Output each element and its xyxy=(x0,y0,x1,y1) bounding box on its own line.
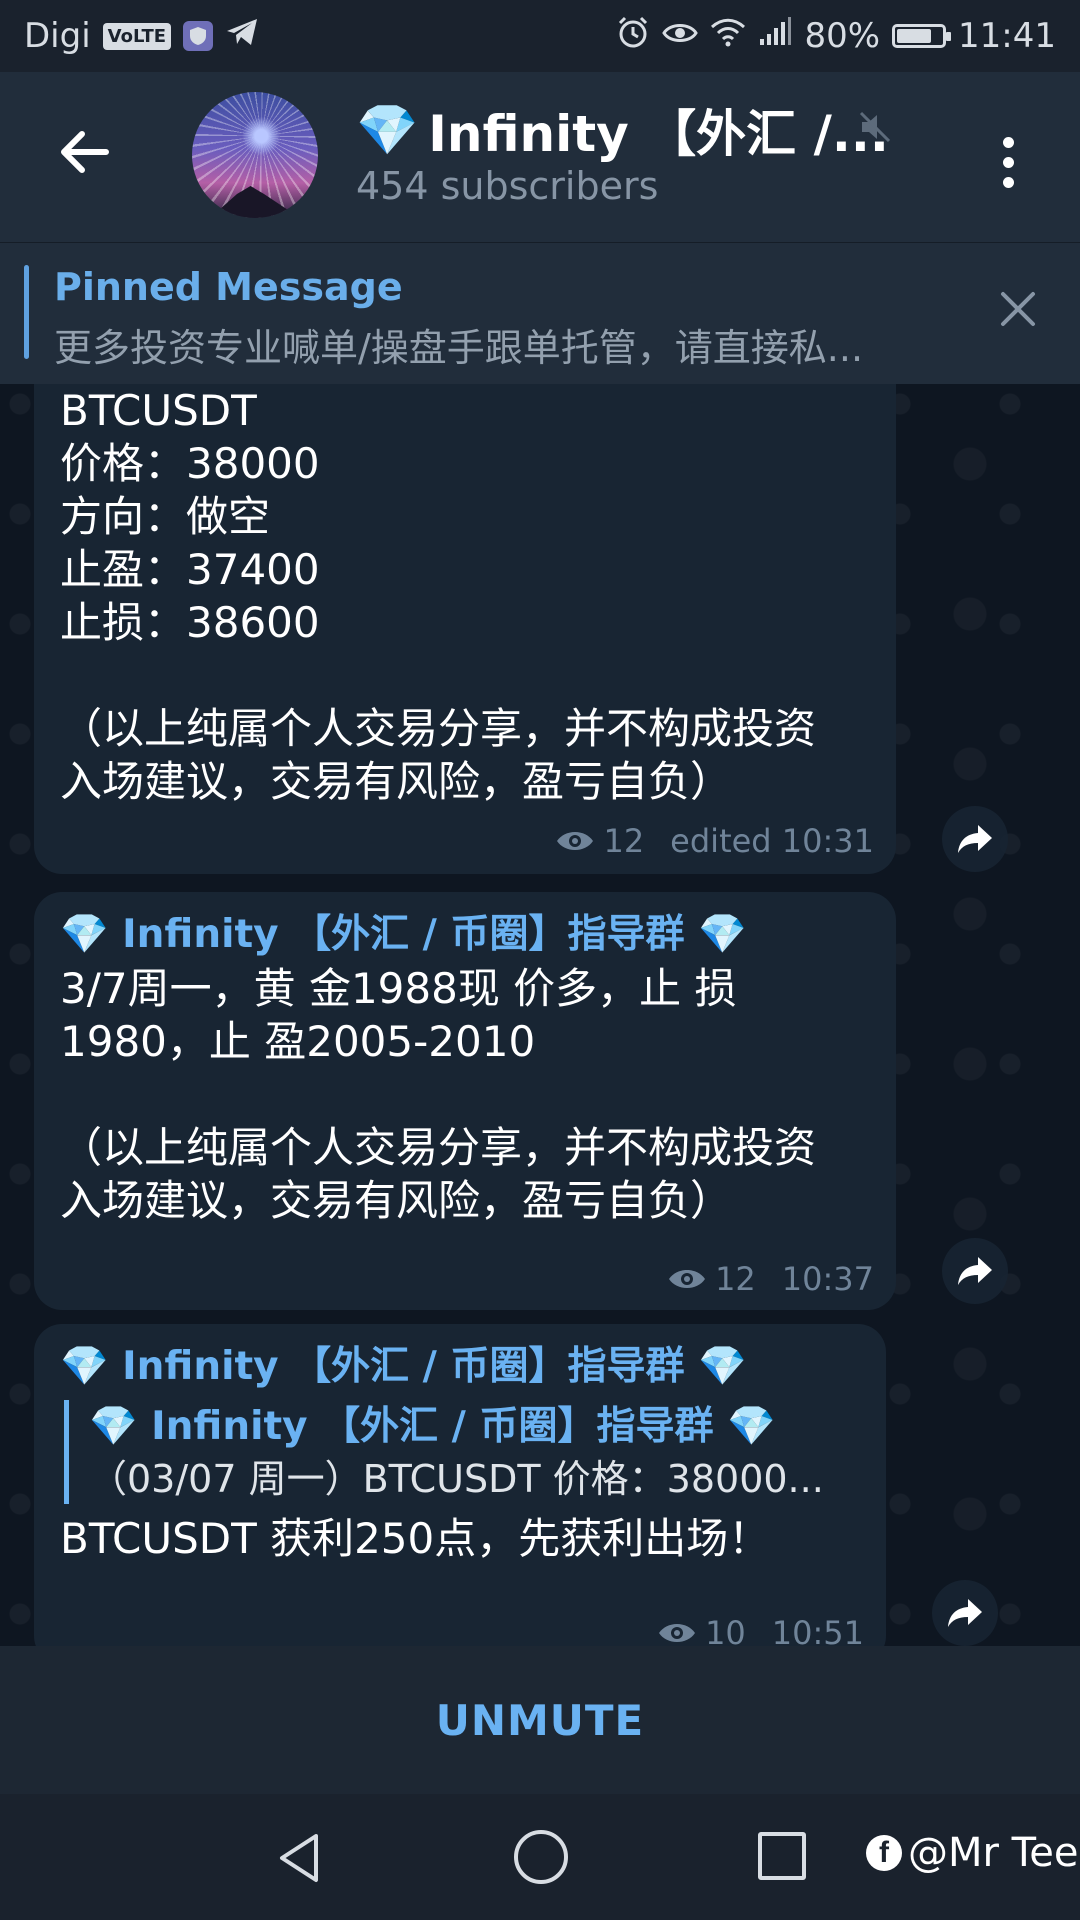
message-meta: 10 10:51 xyxy=(657,1614,864,1646)
nav-recents-button[interactable] xyxy=(758,1832,806,1880)
signal-icon xyxy=(758,16,792,56)
chat-header: 💎 Infinity 【外汇 /... 454 subscribers xyxy=(0,72,1080,242)
battery-level xyxy=(897,29,932,43)
views-eye-icon xyxy=(669,1270,706,1288)
system-nav-bar: f @Mr Tee xyxy=(0,1794,1080,1920)
battery-icon xyxy=(892,24,952,48)
reply-quote[interactable]: 💎 Infinity 【外汇 / 币圈】指导群 💎 （03/07 周一）BTCU… xyxy=(64,1400,860,1504)
message-bubble[interactable]: 💎 Infinity 【外汇 / 币圈】指导群 💎 3/7周一，黄 金1988现… xyxy=(34,892,896,1310)
message-line: BTCUSDT 获利250点，先获利出场！ xyxy=(60,1514,771,1563)
carrier-label: Digi xyxy=(24,16,91,56)
channel-avatar[interactable] xyxy=(192,92,318,218)
status-bar: Digi VoLTE 80% 11:41 xyxy=(0,0,1080,72)
forward-button[interactable] xyxy=(932,1580,998,1646)
message-meta: 12 10:37 xyxy=(667,1260,874,1298)
status-bar-right: 80% 11:41 xyxy=(616,15,1056,58)
message-list[interactable]: BTCUSDT 价格：38000 方向：做空 止盈：37400 止损：38600… xyxy=(0,384,1080,1646)
more-options-button[interactable] xyxy=(988,124,1028,200)
views-eye-icon xyxy=(557,832,594,850)
watermark: f @Mr Tee xyxy=(866,1830,1079,1876)
watermark-text: @Mr Tee xyxy=(908,1830,1079,1876)
more-dot-icon xyxy=(1002,156,1014,168)
close-icon xyxy=(1001,292,1035,326)
status-bar-left: Digi VoLTE xyxy=(24,16,259,56)
avatar-mountain-shape xyxy=(210,186,300,218)
quote-text: （03/07 周一）BTCUSDT 价格：38000... xyxy=(89,1457,824,1501)
channel-title-text: Infinity 【外汇 /... xyxy=(428,105,889,163)
quote-sender: 💎 Infinity 【外汇 / 币圈】指导群 💎 xyxy=(89,1404,776,1449)
pinned-accent-bar xyxy=(24,265,29,359)
alarm-icon xyxy=(616,15,650,58)
channel-title[interactable]: 💎 Infinity 【外汇 /... xyxy=(356,94,889,166)
message-line: BTCUSDT xyxy=(60,386,257,435)
message-line: 方向：做空 xyxy=(60,492,271,541)
view-count: 12 xyxy=(715,1260,756,1298)
message-line: 止损：38600 xyxy=(60,598,320,647)
message-line: 价格：38000 xyxy=(60,439,320,488)
message-line: 止盈：37400 xyxy=(60,545,320,594)
subscriber-count: 454 subscribers xyxy=(356,164,659,208)
wifi-icon xyxy=(710,16,746,56)
message-time: 10:37 xyxy=(781,1260,874,1298)
disclaimer-line: 入场建议，交易有风险，盈亏自负） xyxy=(60,1176,733,1225)
close-pinned-button[interactable] xyxy=(998,289,1038,333)
message-bubble[interactable]: BTCUSDT 价格：38000 方向：做空 止盈：37400 止损：38600… xyxy=(34,384,896,874)
view-count: 12 xyxy=(603,822,645,860)
muted-speaker-icon xyxy=(858,110,892,148)
clock: 11:41 xyxy=(958,16,1056,56)
shield-icon xyxy=(183,21,214,51)
unmute-button[interactable]: UNMUTE xyxy=(0,1646,1080,1794)
more-dot-icon xyxy=(1002,136,1014,148)
disclaimer-line: （以上纯属个人交易分享，并不构成投资 xyxy=(60,704,817,753)
message-time: 10:51 xyxy=(771,1614,864,1646)
message-meta: 12 edited 10:31 xyxy=(555,822,874,860)
diamond-icon: 💎 xyxy=(356,100,419,159)
eye-icon xyxy=(662,16,699,56)
disclaimer-line: （以上纯属个人交易分享，并不构成投资 xyxy=(60,1123,817,1172)
share-arrow-icon xyxy=(958,825,992,853)
nav-back-button[interactable] xyxy=(276,1832,322,1888)
pinned-message-bar[interactable]: Pinned Message 更多投资专业喊单/操盘手跟单托管，请直接私... xyxy=(0,242,1080,384)
pinned-title: Pinned Message xyxy=(54,265,403,309)
message-sender[interactable]: 💎 Infinity 【外汇 / 币圈】指导群 💎 xyxy=(60,908,870,962)
message-line: 3/7周一，黄 金1988现 价多，止 损 xyxy=(60,964,737,1013)
volte-badge: VoLTE xyxy=(102,22,172,50)
message-line: 1980，止 盈2005-2010 xyxy=(60,1017,536,1066)
pinned-text: 更多投资专业喊单/操盘手跟单托管，请直接私... xyxy=(54,326,864,370)
message-bubble[interactable]: 💎 Infinity 【外汇 / 币圈】指导群 💎 💎 Infinity 【外汇… xyxy=(34,1324,886,1646)
views-eye-icon xyxy=(659,1624,696,1642)
battery-percent: 80% xyxy=(804,16,881,56)
forward-button[interactable] xyxy=(942,806,1008,872)
facebook-icon: f xyxy=(866,1835,902,1871)
nav-home-button[interactable] xyxy=(514,1830,568,1884)
message-time: edited 10:31 xyxy=(670,822,874,860)
message-sender[interactable]: 💎 Infinity 【外汇 / 币圈】指导群 💎 xyxy=(60,1340,860,1394)
share-arrow-icon xyxy=(948,1599,982,1627)
triangle-back-icon xyxy=(280,1834,318,1882)
more-dot-icon xyxy=(1002,176,1014,188)
arrow-left-icon xyxy=(61,131,109,173)
forward-button[interactable] xyxy=(942,1238,1008,1304)
share-arrow-icon xyxy=(958,1257,992,1285)
view-count: 10 xyxy=(705,1614,746,1646)
back-button[interactable] xyxy=(44,112,124,192)
telegram-icon xyxy=(225,16,259,56)
disclaimer-line: 入场建议，交易有风险，盈亏自负） xyxy=(60,757,733,806)
